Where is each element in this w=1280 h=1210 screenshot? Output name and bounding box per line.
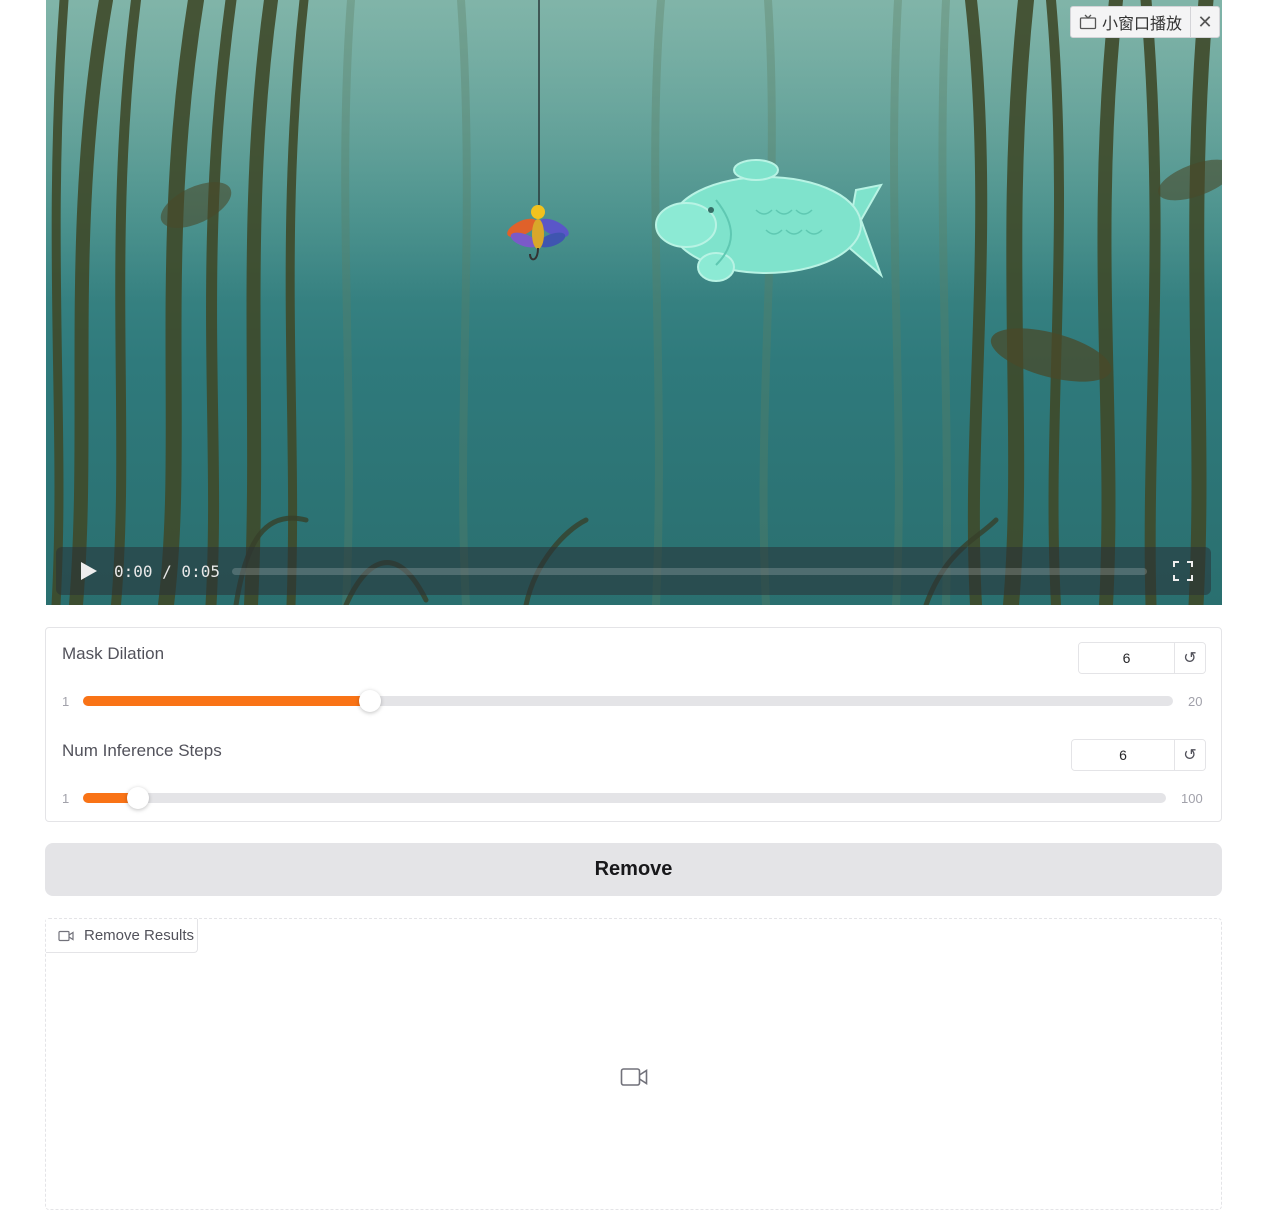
- mask-dilation-track[interactable]: [83, 690, 1173, 712]
- inference-steps-number-box: ↺: [1071, 739, 1206, 771]
- inference-steps-max: 100: [1181, 791, 1203, 806]
- mask-dilation-thumb[interactable]: [358, 690, 381, 712]
- inference-steps-track[interactable]: [83, 787, 1166, 809]
- close-icon[interactable]: ✕: [1191, 7, 1219, 37]
- video-camera-icon: [620, 1068, 648, 1086]
- mask-dilation-max: 20: [1188, 694, 1203, 709]
- video-controls: 0:00 / 0:05: [56, 547, 1211, 595]
- remove-results-header: Remove Results: [46, 919, 198, 953]
- mask-dilation-fill: [83, 696, 370, 706]
- inference-steps-label: Num Inference Steps: [62, 741, 222, 760]
- parameters-panel: Mask Dilation ↺ 1 20 Num Inference Steps…: [45, 627, 1222, 822]
- mask-dilation-min: 1: [62, 694, 70, 709]
- remove-results-label: Remove Results: [84, 927, 195, 944]
- inference-steps-input[interactable]: [1072, 740, 1174, 770]
- video-frame: [46, 0, 1222, 605]
- video-progress-bar[interactable]: [231, 567, 1147, 575]
- remove-results-panel: Remove Results: [45, 918, 1222, 1210]
- picture-in-picture-bar: 小窗口播放 ✕: [1069, 6, 1220, 38]
- mask-dilation-input[interactable]: [1079, 643, 1174, 673]
- video-time: 0:00 / 0:05: [114, 561, 220, 581]
- video-camera-icon: [58, 930, 74, 941]
- inference-steps-min: 1: [62, 791, 70, 806]
- mask-dilation-slider-block: Mask Dilation ↺ 1 20: [46, 628, 1221, 718]
- mask-dilation-label: Mask Dilation: [62, 644, 165, 663]
- mask-dilation-number-box: ↺: [1078, 642, 1206, 674]
- remove-button[interactable]: Remove: [45, 843, 1222, 896]
- picture-in-picture-label: 小窗口播放: [1101, 16, 1182, 33]
- tv-icon: [1079, 14, 1097, 30]
- inference-steps-thumb[interactable]: [126, 787, 149, 809]
- fullscreen-icon[interactable]: [1171, 559, 1195, 583]
- picture-in-picture-button[interactable]: 小窗口播放: [1071, 7, 1191, 37]
- play-icon[interactable]: [76, 559, 100, 583]
- reset-icon[interactable]: ↺: [1174, 740, 1205, 770]
- reset-icon[interactable]: ↺: [1174, 643, 1205, 673]
- video-player[interactable]: 小窗口播放 ✕ 0:00 / 0:05: [46, 0, 1222, 605]
- inference-steps-slider-block: Num Inference Steps ↺ 1 100: [46, 725, 1221, 815]
